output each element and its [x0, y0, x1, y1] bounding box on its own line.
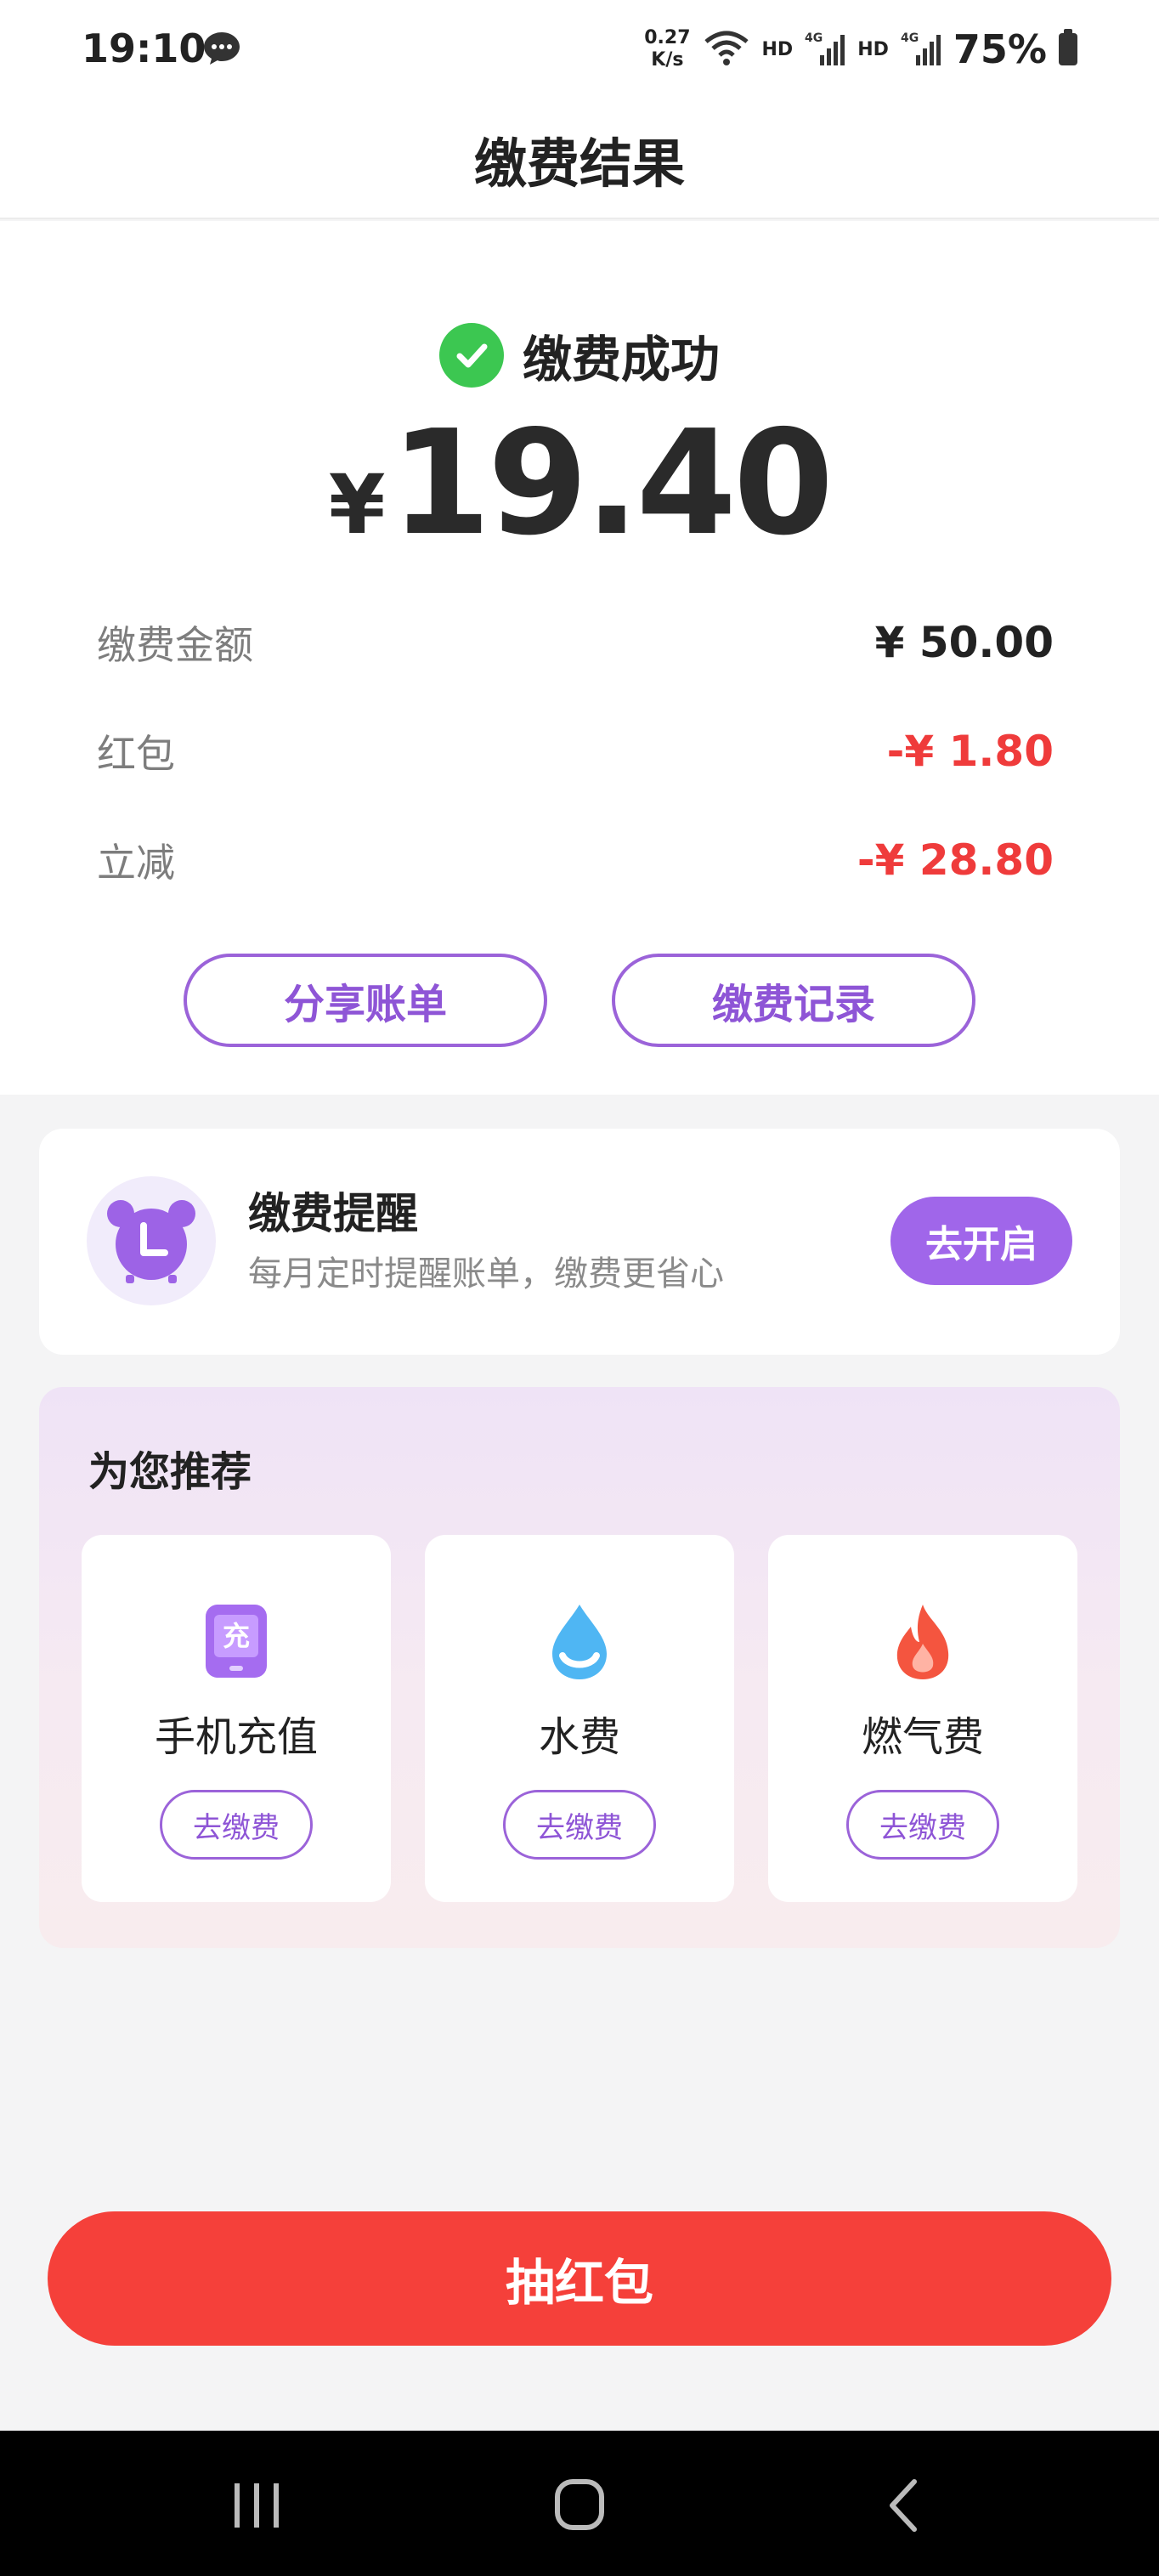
- detail-row-payment-amount: 缴费金额 ¥ 50.00: [97, 609, 1054, 677]
- message-icon: [204, 32, 240, 65]
- check-icon: [438, 323, 504, 388]
- detail-label: 立减: [97, 840, 175, 886]
- svg-text:4G: 4G: [805, 31, 823, 45]
- net-speed-value: 0.27: [644, 27, 691, 48]
- detail-label: 红包: [97, 731, 175, 777]
- network-speed: 0.27 K/s: [644, 27, 690, 71]
- back-icon[interactable]: [872, 2478, 940, 2533]
- share-bill-button[interactable]: 分享账单: [184, 954, 547, 1047]
- amount-currency: ¥: [328, 457, 386, 552]
- svg-text:4G: 4G: [901, 31, 919, 45]
- payment-records-button[interactable]: 缴费记录: [612, 954, 975, 1047]
- status-indicators: 0.27 K/s HD 4G HD 4G 75%: [644, 22, 1077, 76]
- success-text: 缴费成功: [522, 331, 720, 388]
- recommend-section: 为您推荐 充 手机充值 去缴费 水费 去缴费 燃气费 去缴费: [39, 1387, 1120, 1948]
- recommend-title: 为您推荐: [88, 1448, 252, 1496]
- signal-icon: 4G: [805, 31, 845, 65]
- detail-row-red-packet: 红包 -¥ 1.80: [97, 717, 1054, 785]
- go-pay-button[interactable]: 去缴费: [160, 1790, 313, 1860]
- home-icon[interactable]: [546, 2478, 613, 2533]
- reminder-description: 每月定时提醒账单，缴费更省心: [248, 1254, 724, 1294]
- recent-apps-icon[interactable]: [223, 2478, 291, 2533]
- payment-result-card: 缴费成功 ¥ 19.40 缴费金额 ¥ 50.00 红包 -¥ 1.80 立减 …: [0, 221, 1159, 1095]
- battery-percentage: 75%: [953, 26, 1047, 72]
- detail-value: ¥ 50.00: [874, 618, 1054, 667]
- alarm-clock-icon: [87, 1176, 216, 1305]
- draw-red-packet-button[interactable]: 抽红包: [48, 2211, 1111, 2346]
- gas-flame-icon: [896, 1605, 949, 1679]
- detail-row-instant-discount: 立减 -¥ 28.80: [97, 826, 1054, 894]
- recommend-card-gas[interactable]: 燃气费 去缴费: [768, 1535, 1077, 1902]
- paid-amount: ¥ 19.40: [0, 399, 1159, 568]
- hd-badge-2: HD: [857, 38, 889, 60]
- go-pay-button[interactable]: 去缴费: [846, 1790, 999, 1860]
- success-status: 缴费成功: [0, 320, 1159, 391]
- svg-text:充: 充: [223, 1620, 250, 1652]
- result-actions: 分享账单 缴费记录: [0, 954, 1159, 1047]
- water-drop-icon: [552, 1605, 607, 1679]
- recommend-label: 手机充值: [154, 1713, 318, 1761]
- detail-value: -¥ 28.80: [857, 835, 1054, 885]
- recommend-card-phone-recharge[interactable]: 充 手机充值 去缴费: [82, 1535, 391, 1902]
- go-pay-button[interactable]: 去缴费: [503, 1790, 656, 1860]
- enable-reminder-button[interactable]: 去开启: [890, 1197, 1072, 1285]
- recommend-card-water[interactable]: 水费 去缴费: [425, 1535, 734, 1902]
- battery-icon: [1059, 29, 1077, 65]
- phone-recharge-icon: 充: [206, 1605, 267, 1678]
- amount-value: 19.40: [390, 399, 834, 568]
- status-time: 19:10: [82, 25, 206, 71]
- status-bar: 19:10 0.27 K/s HD 4G HD 4G 75%: [0, 0, 1159, 100]
- signal-icon-2: 4G: [901, 31, 941, 65]
- hd-badge: HD: [761, 38, 794, 60]
- wifi-icon: [704, 31, 749, 65]
- detail-label: 缴费金额: [97, 622, 253, 668]
- page-header: 缴费结果: [0, 100, 1159, 219]
- recommend-label: 水费: [538, 1713, 620, 1761]
- net-speed-unit: K/s: [651, 49, 684, 71]
- system-nav-bar: [0, 2431, 1159, 2576]
- recommend-label: 燃气费: [861, 1713, 984, 1761]
- page-title: 缴费结果: [473, 133, 685, 195]
- reminder-title: 缴费提醒: [248, 1189, 418, 1238]
- payment-reminder-card: 缴费提醒 每月定时提醒账单，缴费更省心 去开启: [39, 1129, 1120, 1355]
- detail-value: -¥ 1.80: [886, 727, 1054, 776]
